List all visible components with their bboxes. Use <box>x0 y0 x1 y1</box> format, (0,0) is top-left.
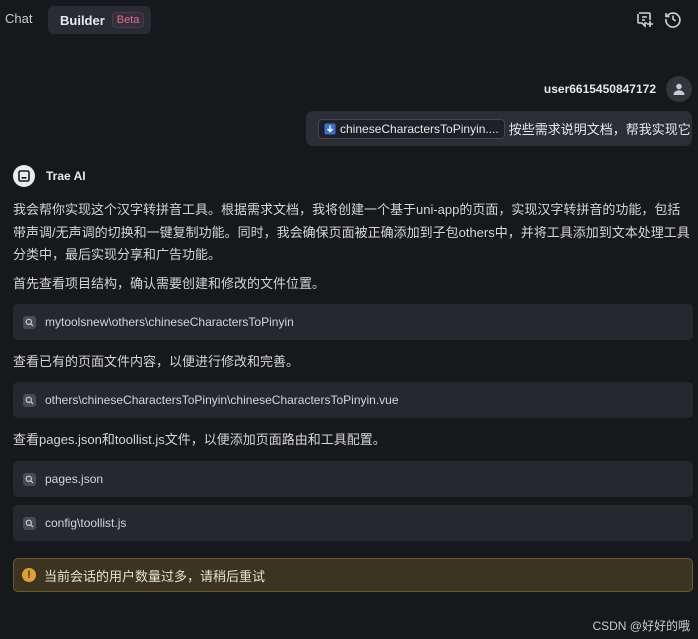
ai-step-text-1: 首先查看项目结构，确认需要创建和修改的文件位置。 <box>13 276 326 291</box>
tool-call-path-2: others\chineseCharactersToPinyin\chinese… <box>45 393 399 407</box>
ai-step-text-3: 查看pages.json和toollist.js文件，以便添加页面路由和工具配置… <box>13 432 386 447</box>
tool-call-card-3[interactable]: pages.json <box>13 461 693 497</box>
tab-builder[interactable]: Builder Beta <box>48 6 151 34</box>
search-icon <box>23 315 36 329</box>
ai-step-text-2: 查看已有的页面文件内容，以便进行修改和完善。 <box>13 354 300 369</box>
user-message-bubble: chineseCharactersToPinyin.... 按些需求说明文档，帮… <box>306 111 692 146</box>
search-icon <box>23 472 36 486</box>
beta-badge: Beta <box>111 12 145 28</box>
watermark: CSDN @好好的哦 <box>592 619 690 633</box>
ai-intro-text: 我会帮你实现这个汉字转拼音工具。根据需求文档，我将创建一个基于uni-app的页… <box>13 202 690 262</box>
tool-call-path-4: config\toollist.js <box>45 516 127 530</box>
top-bar: Chat Builder Beta <box>0 0 698 40</box>
warning-banner: ! 当前会话的用户数量过多，请稍后重试 <box>13 558 693 592</box>
download-arrow-icon <box>324 123 336 134</box>
search-icon <box>23 516 36 530</box>
history-icon[interactable] <box>664 10 682 28</box>
new-chat-icon[interactable] <box>636 10 654 28</box>
attached-file-name: chineseCharactersToPinyin.... <box>340 121 499 136</box>
tool-call-card-4[interactable]: config\toollist.js <box>13 505 693 541</box>
ai-name: Trae AI <box>46 169 86 183</box>
user-icon <box>673 83 685 95</box>
trae-logo-icon <box>13 165 35 187</box>
attached-file-chip[interactable]: chineseCharactersToPinyin.... <box>318 118 505 139</box>
tab-chat[interactable]: Chat <box>5 11 32 26</box>
search-icon <box>23 393 36 407</box>
tool-call-card-2[interactable]: others\chineseCharactersToPinyin\chinese… <box>13 382 693 418</box>
ai-header: Trae AI <box>13 165 86 187</box>
warning-text: 当前会话的用户数量过多，请稍后重试 <box>44 568 266 584</box>
user-message-text: 按些需求说明文档，帮我实现它 <box>508 122 691 137</box>
user-name: user6615450847172 <box>543 82 656 96</box>
user-header: user6615450847172 <box>544 76 692 102</box>
avatar <box>666 76 692 102</box>
tool-call-card-1[interactable]: mytoolsnew\others\chineseCharactersToPin… <box>13 304 693 340</box>
tab-builder-label: Builder <box>60 12 105 28</box>
warning-icon: ! <box>22 568 36 582</box>
tool-call-path-3: pages.json <box>45 472 104 486</box>
tool-call-path-1: mytoolsnew\others\chineseCharactersToPin… <box>45 315 294 329</box>
